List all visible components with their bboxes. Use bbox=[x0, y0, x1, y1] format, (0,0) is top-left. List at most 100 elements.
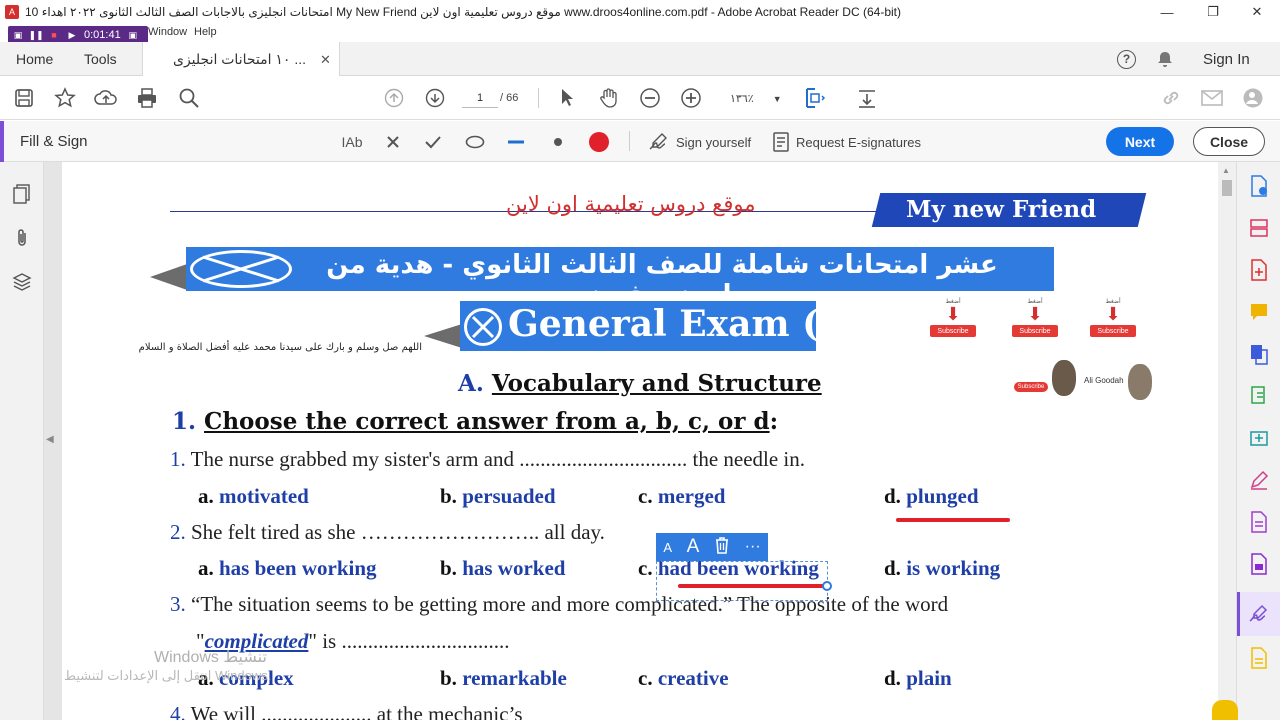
option-b[interactable]: b. remarkable bbox=[440, 666, 567, 691]
combine-files-icon[interactable] bbox=[1247, 342, 1271, 366]
scroll-down-badge[interactable] bbox=[1212, 700, 1238, 720]
recorder-menu-icon[interactable]: ▣ bbox=[127, 29, 139, 41]
menu-window[interactable]: Window bbox=[148, 26, 187, 38]
dot-tool[interactable] bbox=[547, 131, 569, 153]
option-letter: c. bbox=[638, 556, 653, 580]
help-icon[interactable]: ? bbox=[1117, 49, 1136, 69]
sign-yourself-label: Sign yourself bbox=[676, 134, 752, 150]
layers-icon[interactable] bbox=[10, 270, 34, 294]
minimize-button[interactable]: — bbox=[1144, 0, 1190, 24]
question-text: The nurse grabbed my sister's arm and ..… bbox=[190, 447, 806, 471]
option-a[interactable]: a. motivated bbox=[198, 484, 309, 509]
option-d[interactable]: d. plain bbox=[884, 666, 952, 691]
collapse-left-pane-icon[interactable]: ◀ bbox=[46, 434, 54, 445]
close-window-button[interactable]: ✕ bbox=[1234, 0, 1280, 24]
pdf-document-icon[interactable] bbox=[1247, 510, 1271, 534]
organize-pages-icon[interactable] bbox=[1247, 216, 1271, 240]
save-icon[interactable] bbox=[12, 86, 36, 110]
scroll-mode-icon[interactable] bbox=[855, 86, 879, 110]
more-options-button[interactable]: ··· bbox=[745, 538, 761, 556]
notifications-bell-icon[interactable] bbox=[1156, 42, 1174, 76]
ellipse-tool[interactable] bbox=[463, 131, 487, 153]
answer-underline-mark[interactable] bbox=[678, 584, 824, 588]
section-heading: A. Vocabulary and Structure bbox=[458, 370, 822, 397]
play-icon[interactable]: ▶ bbox=[66, 29, 78, 41]
recorder-screen-icon[interactable]: ▣ bbox=[12, 29, 24, 41]
decrease-size-button[interactable]: A bbox=[663, 540, 672, 555]
option-c[interactable]: c. creative bbox=[638, 666, 729, 691]
menu-help[interactable]: Help bbox=[194, 26, 217, 38]
vertical-scrollbar[interactable]: ▲ bbox=[1218, 162, 1236, 720]
zoom-out-icon[interactable] bbox=[638, 86, 662, 110]
option-a[interactable]: a. has been working bbox=[198, 556, 377, 581]
hand-tool-icon[interactable] bbox=[597, 86, 621, 110]
zoom-in-icon[interactable] bbox=[679, 86, 703, 110]
cloud-upload-icon[interactable] bbox=[94, 86, 118, 110]
email-icon[interactable] bbox=[1200, 86, 1224, 110]
annotation-toolbar: A A ··· bbox=[656, 533, 768, 561]
share-link-icon[interactable] bbox=[1159, 86, 1183, 110]
option-text: motivated bbox=[219, 484, 309, 508]
close-fill-sign-button[interactable]: Close bbox=[1193, 127, 1265, 156]
page-thumbnails-icon[interactable] bbox=[10, 182, 34, 206]
option-c[interactable]: c. merged bbox=[638, 484, 725, 509]
scroll-up-arrow-icon[interactable]: ▲ bbox=[1222, 166, 1230, 175]
tab-bar: Home Tools ١٠ امتحانات انجليزى ... ✕ ? S… bbox=[0, 42, 1280, 77]
pause-icon[interactable]: ❚❚ bbox=[28, 29, 43, 41]
tab-document[interactable]: ١٠ امتحانات انجليزى ... ✕ bbox=[142, 42, 340, 77]
option-b[interactable]: b. persuaded bbox=[440, 484, 556, 509]
cross-mark-tool[interactable] bbox=[382, 131, 404, 153]
sign-in-link[interactable]: Sign In bbox=[1203, 42, 1250, 76]
export-pdf-icon[interactable] bbox=[1247, 174, 1271, 198]
sign-yourself-button[interactable]: Sign yourself bbox=[648, 131, 751, 153]
resize-handle[interactable] bbox=[822, 581, 832, 591]
trash-icon[interactable] bbox=[714, 536, 730, 559]
tab-home[interactable]: Home bbox=[16, 42, 53, 76]
fill-sign-icon[interactable] bbox=[1247, 602, 1271, 626]
question-heading: 1. Choose the correct answer from a, b, … bbox=[172, 408, 778, 435]
title-bar: A امتحانات انجليزى بالاجابات الصف الثالث… bbox=[0, 0, 1280, 24]
sign-pen-icon[interactable] bbox=[1247, 468, 1271, 492]
fit-page-icon[interactable] bbox=[803, 86, 827, 110]
next-button[interactable]: Next bbox=[1106, 127, 1174, 156]
color-picker-dot[interactable] bbox=[587, 131, 611, 153]
scrollbar-thumb[interactable] bbox=[1222, 180, 1232, 196]
maximize-button[interactable]: ❐ bbox=[1190, 0, 1236, 24]
search-icon[interactable] bbox=[177, 86, 201, 110]
protect-pdf-icon[interactable] bbox=[1247, 552, 1271, 576]
edit-pdf-icon[interactable] bbox=[1247, 384, 1271, 408]
circle-x-icon bbox=[464, 308, 502, 346]
more-tools-icon[interactable] bbox=[1247, 646, 1271, 670]
select-cursor-icon[interactable] bbox=[556, 86, 580, 110]
increase-size-button[interactable]: A bbox=[687, 536, 700, 558]
option-d[interactable]: d. is working bbox=[884, 556, 1000, 581]
request-esignatures-button[interactable]: Request E-signatures bbox=[772, 131, 921, 153]
option-d[interactable]: d. plunged bbox=[884, 484, 979, 509]
section-letter: A. bbox=[458, 370, 484, 397]
add-text-tool[interactable]: IAb bbox=[338, 131, 366, 153]
question-text: We will ..................... at the mec… bbox=[190, 702, 523, 720]
next-page-icon[interactable] bbox=[423, 86, 447, 110]
answer-underline-mark[interactable] bbox=[896, 518, 1010, 522]
line-tool[interactable] bbox=[505, 131, 527, 153]
close-tab-icon[interactable]: ✕ bbox=[320, 52, 331, 68]
previous-page-icon[interactable] bbox=[382, 86, 406, 110]
check-mark-tool[interactable] bbox=[422, 131, 444, 153]
option-letter: b. bbox=[440, 484, 457, 508]
zoom-level-dropdown[interactable]: ١٣٦٪ ▼ bbox=[730, 92, 782, 105]
print-icon[interactable] bbox=[135, 86, 159, 110]
tab-tools[interactable]: Tools bbox=[84, 42, 117, 76]
compress-pdf-icon[interactable] bbox=[1247, 426, 1271, 450]
option-b[interactable]: b. has worked bbox=[440, 556, 565, 581]
page-number-input[interactable]: 1 bbox=[462, 88, 498, 108]
subscribe-label: Subscribe bbox=[1012, 325, 1058, 337]
bookmark-star-icon[interactable] bbox=[53, 86, 77, 110]
create-pdf-icon[interactable] bbox=[1247, 258, 1271, 282]
comment-icon[interactable] bbox=[1247, 300, 1271, 324]
question-heading-text: Choose the correct answer from a, b, c, … bbox=[204, 408, 770, 435]
recording-time: 0:01:41 bbox=[84, 29, 121, 41]
stop-icon[interactable]: ■ bbox=[48, 29, 60, 41]
option-text: creative bbox=[657, 666, 729, 690]
add-user-icon[interactable] bbox=[1241, 86, 1265, 110]
attachment-icon[interactable] bbox=[10, 226, 34, 250]
